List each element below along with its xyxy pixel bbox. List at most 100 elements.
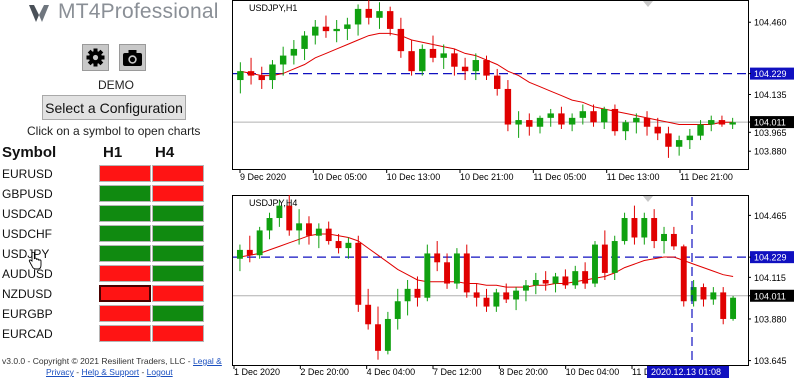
candle-body [474,292,480,297]
symbol-usdcad[interactable]: USDCAD [2,207,53,221]
candle-body [355,9,361,25]
privacy-link[interactable]: Privacy [46,367,74,377]
candle-body [434,253,440,262]
app-title: MT4Professional [58,0,219,24]
x-axis-label: 10 Dec 05:00 [313,172,367,182]
candle-body [247,250,253,255]
candle-body [280,56,286,65]
x-axis-label: 10 Dec 13:00 [387,172,441,182]
symbol-nzdusd[interactable]: NZDUSD [2,287,52,301]
y-axis-label: 104.011 [754,118,786,128]
candle-body [582,271,588,283]
candle-body [592,245,598,284]
candle-body [523,285,529,290]
screenshot-button[interactable] [119,44,146,71]
h1-status-cell[interactable] [99,245,151,262]
y-axis-label: 104.465 [754,211,787,221]
symbol-eurgbp[interactable]: EURGBP [2,307,53,321]
select-configuration-button[interactable]: Select a Configuration [42,95,186,120]
h1-status-cell[interactable] [99,325,151,342]
candle-body [562,276,568,285]
h1-status-cell[interactable] [99,285,151,302]
candle-body [269,64,275,80]
candle-body [375,324,381,351]
symbol-usdjpy[interactable]: USDJPY [2,247,49,261]
candle-body [355,243,361,305]
candle-body [259,76,265,80]
candle-body [548,113,554,117]
settings-button[interactable] [82,44,109,71]
symbol-column-header: Symbol [2,144,56,161]
h4-status-cell[interactable] [152,205,204,222]
symbol-gbpusd[interactable]: GBPUSD [2,187,53,201]
left-panel: MT4Professional DEMO Select a Configurat… [0,0,232,378]
charts-area: 104.460104.229104.135104.011103.965103.8… [232,0,794,378]
x-axis-label: 2 Dec 20:00 [300,367,349,377]
candle-body [483,60,489,76]
candle-body [558,113,564,124]
h4-status-cell[interactable] [152,305,204,322]
h4-status-cell[interactable] [152,265,204,282]
chart-panel-1: 104.460104.229104.135104.011103.965103.8… [233,0,794,182]
candle [257,227,263,259]
candle-body [697,125,703,136]
candle-body [301,36,307,49]
h1-status-cell[interactable] [99,305,151,322]
h4-status-cell[interactable] [152,245,204,262]
h4-status-cell[interactable] [152,225,204,242]
candle-body [590,111,596,122]
candle-body [661,234,667,241]
x-axis-label: 10 Dec 21:00 [460,172,514,182]
h4-status-cell[interactable] [152,325,204,342]
candle [730,296,736,321]
h1-status-cell[interactable] [99,185,151,202]
h1-status-cell[interactable] [99,225,151,242]
h1-status-cell[interactable] [99,165,151,182]
y-axis-label: 104.115 [754,273,786,283]
candle-body [312,27,318,36]
candle-body [612,109,618,131]
candle-body [622,122,628,131]
candle-body [729,122,735,124]
h4-status-cell[interactable] [152,165,204,182]
candle-body [333,29,339,31]
candle-body [730,298,736,319]
h4-status-cell[interactable] [152,185,204,202]
copyright-text: v3.0.0 - Copyright © 2021 Resilient Trad… [2,356,191,366]
logout-link[interactable]: Logout [147,367,173,377]
logo-icon [28,2,50,24]
candle-body [681,246,687,301]
candle-body [316,229,322,236]
legal-link[interactable]: Legal & [193,356,222,366]
candle-body [376,11,382,18]
crosshair-label: 2020.12.13 01:08 [651,367,721,377]
candle-body [484,298,490,307]
h4-status-cell[interactable] [152,285,204,302]
candle-body [451,53,457,66]
symbol-eurcad[interactable]: EURCAD [2,327,53,341]
candle-body [419,49,425,71]
candle-body [257,230,263,255]
chart-title: USDJPY,H4 [249,198,297,208]
candle-body [655,127,661,134]
symbol-eurusd[interactable]: EURUSD [2,167,53,181]
h1-status-cell[interactable] [99,265,151,282]
candle-body [345,243,351,248]
x-axis-label: 4 Dec 04:00 [367,367,416,377]
candle-body [526,120,532,127]
account-mode-label: DEMO [98,78,134,92]
symbol-usdchf[interactable]: USDCHF [2,227,52,241]
candle-body [612,241,618,273]
candle-body [651,218,657,241]
candle-body [385,319,391,351]
y-axis-label: 103.880 [754,314,787,324]
help-support-link[interactable]: Help & Support [81,367,139,377]
y-axis-label: 104.011 [754,291,786,301]
x-axis-label: 11 Dec 05:00 [533,172,586,182]
chart-title: USDJPY,H1 [249,3,297,13]
candle-body [580,111,586,118]
candle-body [701,287,707,299]
h1-status-cell[interactable] [99,205,151,222]
candle-body [395,301,401,319]
candle-body [326,229,332,241]
